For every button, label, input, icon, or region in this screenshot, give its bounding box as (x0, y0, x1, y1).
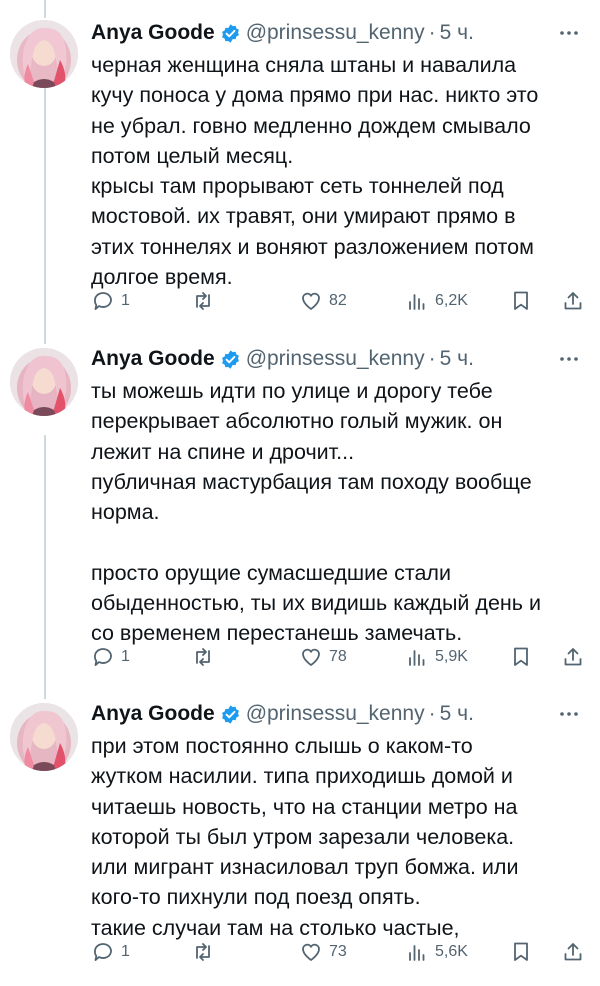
share-button[interactable] (561, 286, 585, 316)
retweet-button[interactable] (191, 286, 221, 316)
author-name[interactable]: Anya Goode (91, 702, 215, 726)
tweet-text-line: не убрал. говно медленно дождем смывало (91, 113, 531, 138)
reply-count: 1 (121, 292, 130, 309)
verified-badge-icon (221, 23, 239, 43)
reply-button[interactable]: 1 (91, 937, 130, 967)
views-chart-icon (409, 650, 425, 666)
tweet-text-line: ты можешь идти по улице и дорогу тебе (91, 379, 493, 403)
avatar[interactable] (10, 703, 78, 771)
like-count: 73 (329, 943, 347, 960)
reply-button[interactable]: 1 (91, 286, 130, 316)
reply-icon (94, 292, 112, 310)
like-button[interactable]: 73 (299, 937, 347, 967)
views-chart-icon (409, 945, 425, 961)
bookmark-icon (514, 647, 528, 666)
share-icon (564, 943, 582, 961)
separator-dot: · (428, 702, 436, 725)
retweet-icon (196, 648, 210, 666)
views-button[interactable]: 6,2K (405, 286, 468, 316)
tweet-text-line: черная женщина сняла штаны и навалила (91, 53, 517, 77)
reply-button[interactable]: 1 (91, 642, 130, 672)
bookmark-button[interactable] (509, 937, 533, 967)
views-count: 5,9K (435, 648, 468, 665)
tweet-text-line: потом целый месяц. (91, 143, 294, 168)
author-handle[interactable]: @prinsessu_kenny (246, 21, 425, 45)
bookmark-button[interactable] (509, 642, 533, 672)
separator-dot: · (428, 347, 436, 370)
retweet-icon (196, 292, 210, 310)
author-name[interactable]: Anya Goode (91, 347, 215, 371)
tweet-text: черная женщина сняла штаны и навалила ку… (91, 50, 586, 292)
thread-line (44, 0, 46, 18)
bookmark-icon (514, 942, 528, 961)
more-options-icon[interactable] (554, 18, 584, 48)
timestamp[interactable]: 5 ч. (440, 347, 474, 371)
tweet-text-line: этих тоннелях и воняют разложением потом (91, 234, 534, 259)
author-handle[interactable]: @prinsessu_kenny (246, 347, 425, 371)
views-count: 5,6K (435, 943, 468, 960)
tweet-text-line: перекрывает абсолютно голый мужик. он (91, 409, 503, 434)
like-button[interactable]: 78 (299, 642, 347, 672)
thread-line (44, 88, 46, 344)
more-options-icon[interactable] (554, 344, 584, 374)
action-bar: 1 78 5,9K (91, 642, 588, 672)
tweet-text-line (91, 527, 586, 557)
like-button[interactable]: 82 (299, 286, 347, 316)
tweet-text-line: норма. (91, 500, 160, 525)
verified-badge-icon (221, 704, 239, 724)
heart-icon (302, 648, 320, 666)
retweet-button[interactable] (191, 642, 221, 672)
tweet-text: ты можешь идти по улице и дорогу тебе пе… (91, 376, 586, 649)
tweet-header: Anya Goode @prinsessu_kenny · 5 ч. (91, 344, 586, 374)
views-count: 6,2K (435, 292, 468, 309)
tweet-header: Anya Goode @prinsessu_kenny · 5 ч. (91, 699, 586, 729)
like-count: 78 (329, 648, 347, 665)
timestamp[interactable]: 5 ч. (440, 21, 474, 45)
reply-count: 1 (121, 648, 130, 665)
heart-icon (302, 292, 320, 310)
tweet-text-line: мостовой. их травят, они умирают прямо в (91, 204, 516, 229)
tweet-text-line: публичная мастурбация там походу вообще (91, 469, 532, 494)
more-options-icon[interactable] (554, 699, 584, 729)
tweet-header: Anya Goode @prinsessu_kenny · 5 ч. (91, 18, 586, 48)
action-bar: 1 82 6,2K (91, 286, 588, 316)
tweet-text-line: которой ты был утром зарезали человека. (91, 824, 515, 849)
thread-line (44, 435, 46, 699)
views-chart-icon (409, 294, 425, 310)
reply-icon (94, 943, 112, 961)
verified-badge-icon (221, 349, 239, 369)
tweet-text-line: обыденностью, ты их видишь каждый день и (91, 591, 541, 616)
share-button[interactable] (561, 937, 585, 967)
retweet-button[interactable] (191, 937, 221, 967)
avatar[interactable] (10, 20, 78, 88)
tweet-text-line: жутком насилии. типа приходишь домой и (91, 764, 513, 789)
share-icon (564, 648, 582, 666)
tweet-text-line: при этом постоянно слышь о каком-то (91, 734, 473, 758)
action-bar: 1 73 5,6K (91, 937, 588, 967)
timestamp[interactable]: 5 ч. (440, 702, 474, 726)
tweet-text-line: читаешь новость, что на станции метро на (91, 794, 518, 819)
retweet-icon (196, 943, 210, 961)
tweet-text-line: кого-то пихнули под поезд опять. (91, 885, 421, 910)
views-button[interactable]: 5,6K (405, 937, 468, 967)
avatar[interactable] (10, 348, 78, 416)
separator-dot: · (428, 21, 436, 44)
bookmark-button[interactable] (509, 286, 533, 316)
views-button[interactable]: 5,9K (405, 642, 468, 672)
tweet-text-line: или мигрант изнасиловал труп бомжа. или (91, 855, 519, 880)
author-name[interactable]: Anya Goode (91, 21, 215, 45)
tweet-text-line: просто орущие сумасшедшие стали (91, 560, 451, 585)
tweet-text: при этом постоянно слышь о каком-то жутк… (91, 731, 586, 943)
heart-icon (302, 943, 320, 961)
tweet-text-line: крысы там прорывают сеть тоннелей под (91, 174, 504, 199)
tweet-text-line: кучу поноса у дома прямо при нас. никто … (91, 83, 539, 108)
reply-count: 1 (121, 943, 130, 960)
reply-icon (94, 648, 112, 666)
share-icon (564, 292, 582, 310)
share-button[interactable] (561, 642, 585, 672)
author-handle[interactable]: @prinsessu_kenny (246, 702, 425, 726)
bookmark-icon (514, 291, 528, 310)
tweet-text-line: лежит на спине и дрочит... (91, 439, 355, 464)
like-count: 82 (329, 292, 347, 309)
